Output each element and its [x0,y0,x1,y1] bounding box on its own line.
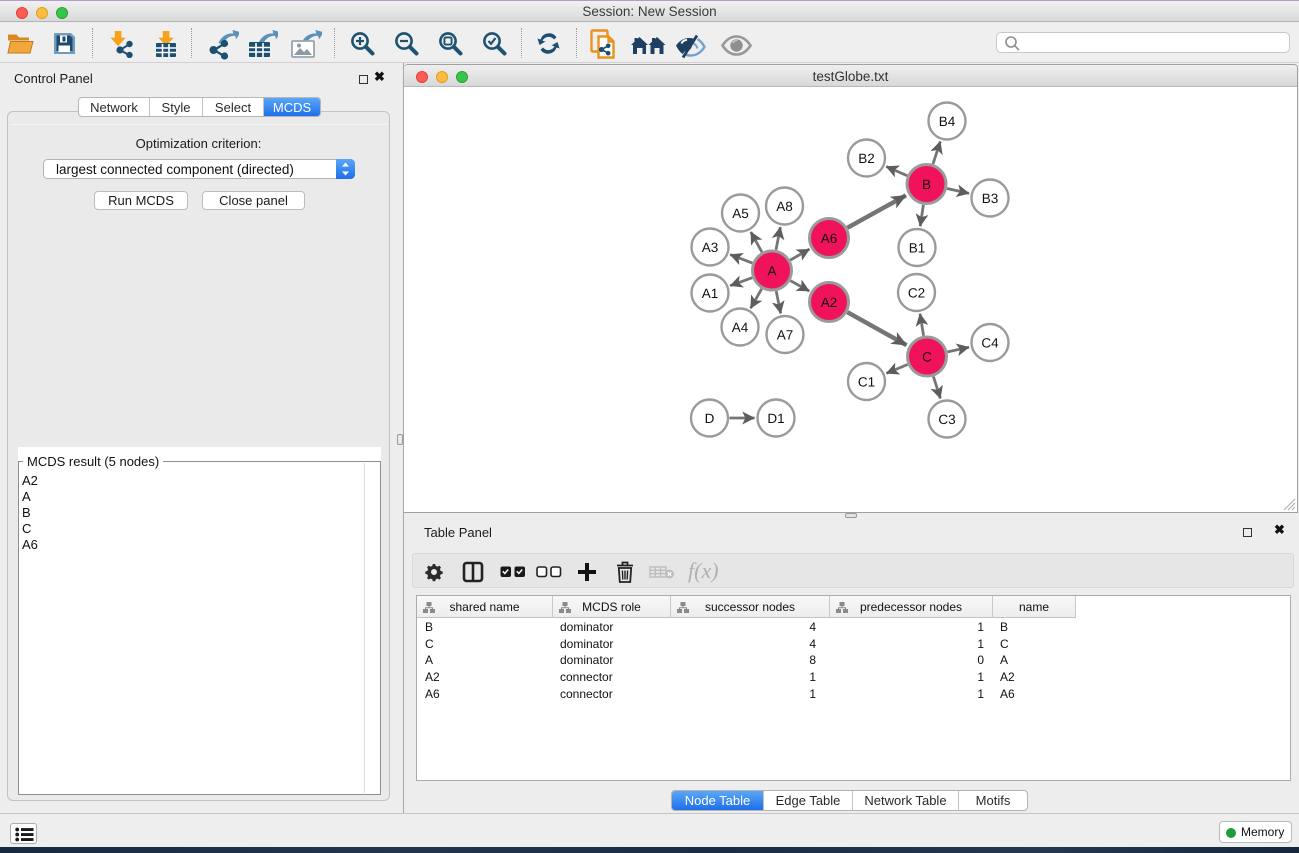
svg-text:A1: A1 [702,286,719,301]
svg-text:A4: A4 [732,320,749,335]
svg-text:A8: A8 [776,199,793,214]
svg-text:B4: B4 [939,114,956,129]
svg-text:A3: A3 [702,240,719,255]
svg-text:A2: A2 [821,295,838,310]
svg-text:D1: D1 [767,411,784,426]
svg-text:A5: A5 [732,206,749,221]
svg-text:A7: A7 [777,327,794,342]
svg-text:A6: A6 [821,231,838,246]
svg-text:C1: C1 [858,374,875,389]
svg-text:B1: B1 [909,240,926,255]
svg-text:D: D [705,411,715,426]
svg-text:B3: B3 [982,191,999,206]
svg-text:C2: C2 [908,285,925,300]
svg-text:B: B [922,177,931,192]
svg-text:B2: B2 [858,151,875,166]
svg-text:A: A [767,263,776,278]
svg-text:C3: C3 [938,412,955,427]
svg-text:C: C [922,349,932,364]
svg-text:C4: C4 [981,335,999,350]
